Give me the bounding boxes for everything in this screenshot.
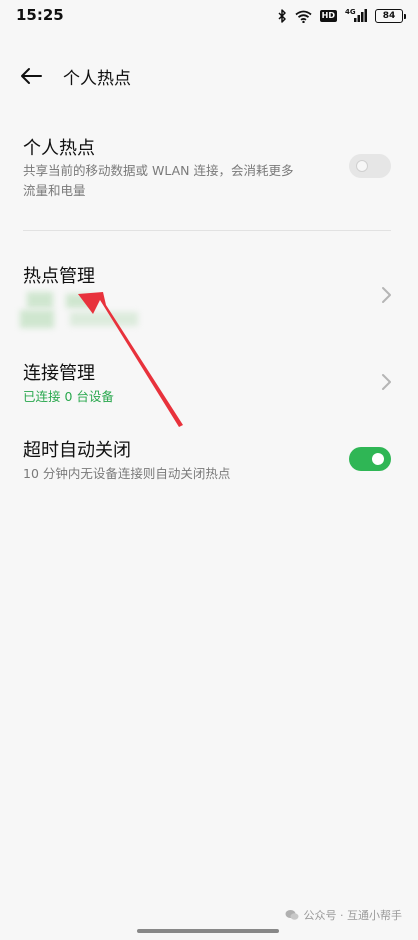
wechat-icon [285, 910, 298, 920]
section-divider [23, 230, 391, 231]
signal-icon: 4G [345, 8, 367, 23]
auto-off-description: 10 分钟内无设备连接则自动关闭热点 [23, 466, 231, 481]
bluetooth-icon [278, 9, 287, 23]
chevron-right-icon [382, 287, 391, 303]
connection-management-row[interactable]: 连接管理 已连接 0 台设备 [0, 350, 418, 414]
blurred-hotspot-name [27, 292, 53, 308]
hotspot-title: 个人热点 [23, 138, 95, 159]
connected-devices-status: 已连接 0 台设备 [23, 389, 114, 404]
blurred-hotspot-name-part [66, 294, 94, 308]
wifi-icon [295, 10, 312, 23]
auto-off-switch[interactable] [349, 447, 391, 471]
switch-knob [372, 453, 384, 465]
battery-icon: 84 [375, 9, 406, 23]
back-button[interactable] [16, 62, 46, 90]
chevron-right-icon [382, 374, 391, 390]
hotspot-description-line2: 流量和电量 [23, 183, 86, 198]
back-arrow-icon [21, 68, 42, 84]
hotspot-management-row[interactable]: 热点管理 [0, 252, 418, 338]
hd-icon: HD [319, 10, 337, 22]
battery-level: 84 [375, 9, 403, 23]
page-header: 个人热点 [0, 56, 418, 96]
hotspot-management-title: 热点管理 [23, 266, 95, 287]
connection-management-title: 连接管理 [23, 363, 95, 384]
hotspot-switch[interactable] [349, 154, 391, 178]
watermark: 公众号 · 互通小帮手 [285, 907, 403, 923]
status-icons: HD 4G 84 [278, 7, 406, 25]
hotspot-toggle-row[interactable]: 个人热点 共享当前的移动数据或 WLAN 连接，会消耗更多 流量和电量 [0, 125, 418, 210]
hotspot-description-line1: 共享当前的移动数据或 WLAN 连接，会消耗更多 [23, 163, 294, 178]
blurred-hotspot-name-part [20, 310, 54, 328]
watermark-text: 公众号 · 互通小帮手 [303, 909, 403, 922]
auto-off-title: 超时自动关闭 [23, 440, 131, 461]
page-title: 个人热点 [63, 69, 131, 89]
status-time: 15:25 [16, 6, 64, 24]
blurred-hotspot-name-part [70, 312, 138, 326]
status-bar: 15:25 HD 4G 84 [0, 0, 418, 34]
switch-knob [356, 160, 368, 172]
home-indicator[interactable] [137, 929, 279, 933]
auto-off-row[interactable]: 超时自动关闭 10 分钟内无设备连接则自动关闭热点 [0, 427, 418, 491]
